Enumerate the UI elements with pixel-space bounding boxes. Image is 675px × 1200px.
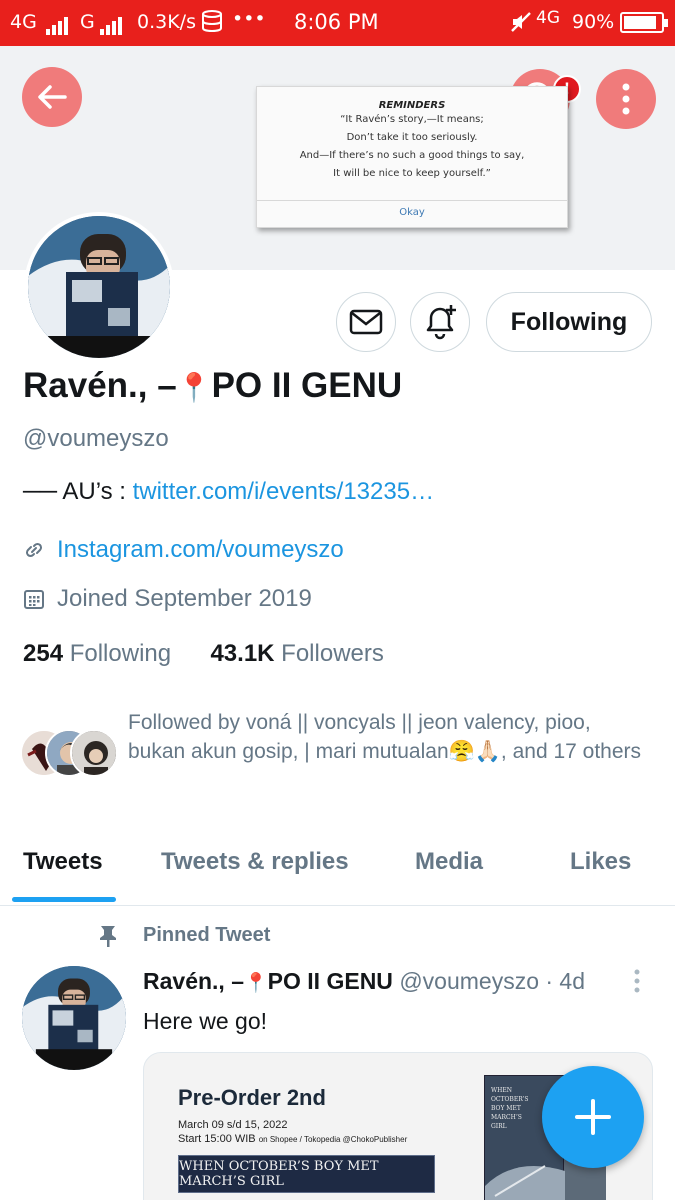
message-button[interactable] (336, 292, 396, 352)
tweet-more-button[interactable] (630, 968, 644, 996)
following-count-link[interactable]: 254 Following (23, 640, 171, 667)
dialog-okay-button[interactable]: Okay (257, 207, 567, 218)
tab-likes[interactable]: Likes (570, 848, 631, 876)
network-4g-right: 4G (536, 8, 560, 28)
dialog-line: And—If there’s no such a good things to … (299, 150, 525, 161)
joined-date: Joined September 2019 (57, 585, 312, 612)
media-time: Start 15:00 WIB (178, 1133, 256, 1145)
signal-strength-2-icon (100, 13, 124, 35)
avatar-photo (28, 216, 170, 358)
bio-link[interactable]: twitter.com/i/events/13235… (133, 478, 434, 505)
clock: 8:06 PM (294, 10, 379, 34)
followers-label: Followers (281, 640, 384, 667)
website-row: Instagram.com/voumeyszo (23, 536, 344, 564)
following-label: Following (69, 640, 172, 667)
dialog-line: Don’t take it too seriously. (346, 132, 478, 143)
followed-by-text[interactable]: Followed by voná || voncyals || jeon val… (128, 708, 648, 766)
vertical-dots-icon (622, 83, 630, 115)
calendar-icon (24, 590, 44, 609)
profile-name: Ravén., –📍PO II GENU (23, 366, 402, 406)
profile-bio: ── AU’s : twitter.com/i/events/13235… (23, 478, 434, 506)
network-speed: 0.3K/s (137, 11, 196, 33)
link-icon (25, 542, 43, 558)
following-count: 254 (23, 640, 64, 667)
dialog-line: It will be nice to keep yourself.” (333, 168, 491, 179)
pinned-tweet-label-row: Pinned Tweet (95, 922, 270, 948)
notifications-button[interactable] (410, 292, 470, 352)
tab-tweets[interactable]: Tweets (23, 848, 103, 876)
profile-name-prefix: Ravén., – (23, 366, 177, 405)
media-title: Pre-Order 2nd (178, 1085, 326, 1110)
tweet-author-name[interactable]: Ravén., –📍PO II GENU (143, 968, 393, 994)
more-notifications-indicator: ••• (232, 8, 266, 30)
reminders-dialog: REMINDERS “It Ravén’s story,—It means; D… (256, 86, 568, 228)
pushpin-emoji: 📍 (244, 973, 268, 994)
more-options-button[interactable] (596, 69, 656, 129)
network-4g-label: 4G (10, 11, 37, 33)
joined-row: Joined September 2019 (23, 585, 312, 613)
tweet-author-prefix: Ravén., – (143, 968, 244, 994)
media-time-small: on Shopee / Tokopedia @ChokoPublisher (258, 1135, 408, 1144)
tab-media[interactable]: Media (415, 848, 483, 876)
tweet-author-suffix: PO II GENU (267, 968, 393, 994)
network-g-label: G (80, 11, 95, 33)
bio-prefix: ── AU’s : (23, 478, 133, 505)
media-banner: WHEN OCTOBER’S BOY MET MARCH’S GIRL (178, 1155, 435, 1193)
website-link[interactable]: Instagram.com/voumeyszo (57, 536, 344, 564)
dialog-divider (257, 200, 567, 201)
profile-avatar[interactable] (24, 212, 174, 362)
arrow-left-icon (38, 85, 67, 109)
profile-name-suffix: PO II GENU (211, 366, 403, 405)
profile-tabs: Tweets Tweets & replies Media Likes (0, 832, 675, 906)
tweet-handle-time: @voumeyszo · 4d (399, 968, 586, 994)
battery-percent: 90% (572, 11, 615, 33)
envelope-icon (349, 309, 383, 335)
followers-count: 43.1K (210, 640, 275, 667)
tweet-header: Ravén., –📍PO II GENU @voumeyszo · 4d (143, 968, 585, 995)
followers-count-link[interactable]: 43.1K Followers (210, 640, 383, 667)
compose-tweet-button[interactable] (542, 1066, 644, 1168)
dialog-title: REMINDERS (378, 100, 446, 111)
storage-icon (201, 9, 223, 38)
signal-strength-icon (46, 13, 70, 35)
media-time-line: Start 15:00 WIB on Shopee / Tokopedia @C… (178, 1133, 407, 1145)
dialog-line: “It Ravén’s story,—It means; (340, 114, 484, 125)
follower-avatar (70, 729, 118, 777)
battery-icon (620, 12, 668, 33)
vertical-dots-icon (634, 969, 640, 993)
following-button[interactable]: Following (486, 292, 652, 352)
active-tab-indicator (12, 897, 116, 902)
pinned-tweet-label: Pinned Tweet (143, 923, 271, 946)
pushpin-emoji: 📍 (176, 372, 212, 403)
tweet-author-avatar[interactable] (22, 966, 126, 1070)
plus-icon (575, 1099, 611, 1135)
tweet-text: Here we go! (143, 1008, 268, 1034)
status-bar: 4G G 0.3K/s ••• 8:06 PM 4G 90% (0, 0, 675, 46)
back-button[interactable] (22, 67, 82, 127)
follow-counts: 254 Following 43.1K Followers (23, 640, 384, 668)
avatar-photo (22, 966, 126, 1070)
media-date-line: March 09 s/d 15, 2022 (178, 1119, 288, 1131)
tab-tweets-replies[interactable]: Tweets & replies (161, 848, 349, 876)
pin-icon (100, 926, 116, 947)
bell-plus-icon (426, 305, 456, 340)
mute-icon (509, 10, 533, 39)
profile-handle: @voumeyszo (23, 425, 169, 452)
